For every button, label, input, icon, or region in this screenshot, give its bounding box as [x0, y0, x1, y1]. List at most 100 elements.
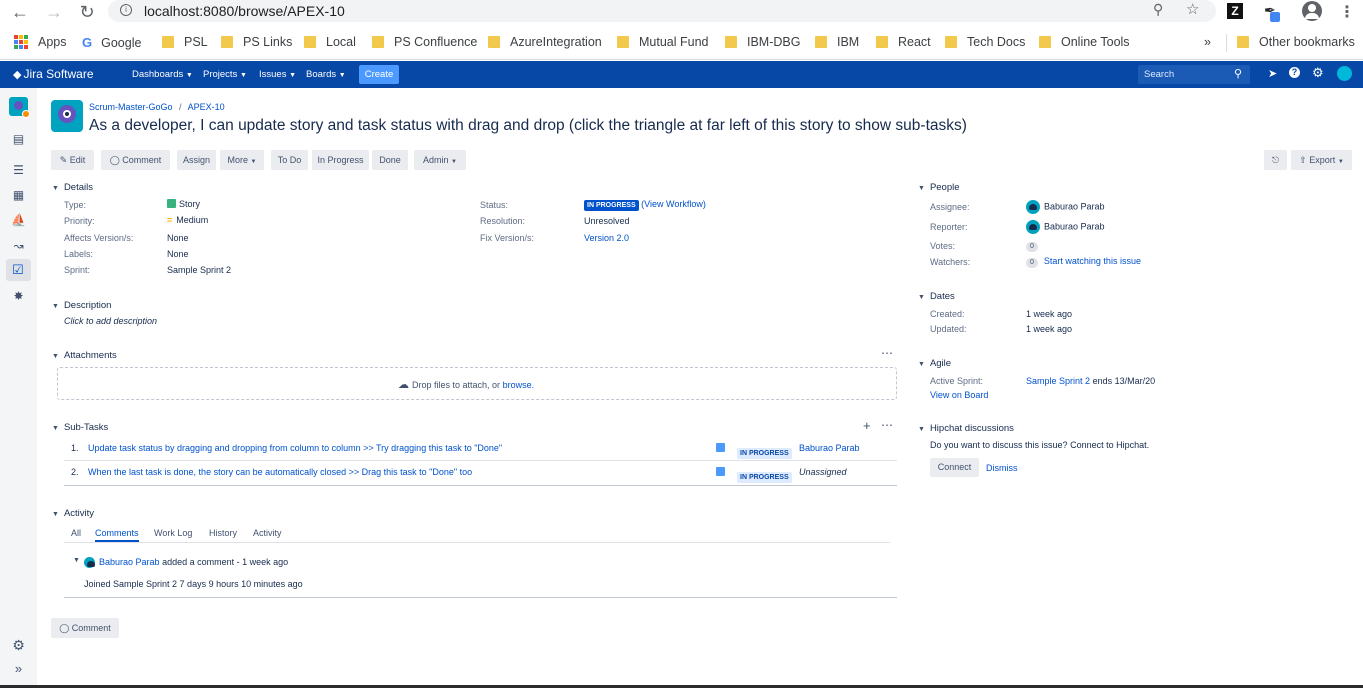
subtasks-heading[interactable]: ▼ Sub-Tasks — [52, 422, 108, 433]
issues-nav-active[interactable]: ☑ — [6, 259, 31, 281]
tab-work-log[interactable]: Work Log — [154, 528, 192, 538]
nav-boards[interactable]: Boards ▼ — [306, 69, 346, 80]
info-icon[interactable]: i — [120, 4, 132, 16]
in-progress-button[interactable]: In Progress — [312, 150, 369, 170]
tab-comments[interactable]: Comments — [95, 528, 139, 542]
assign-button[interactable]: Assign — [177, 150, 216, 170]
bookmark-ibm[interactable]: IBM — [815, 35, 859, 49]
subtask-row[interactable]: 2. When the last task is done, the story… — [64, 461, 897, 486]
reporter-value[interactable]: Baburao Parab — [1026, 220, 1105, 234]
bookmark-other[interactable]: Other bookmarks — [1237, 35, 1355, 49]
tab-activity[interactable]: Activity — [253, 528, 282, 538]
active-sprints-icon[interactable]: ☰ — [11, 163, 26, 177]
browser-menu-icon[interactable]: ⋮ — [1339, 2, 1355, 22]
expand-sidebar-icon[interactable]: » — [11, 662, 26, 676]
subtask-row[interactable]: 1. Update task status by dragging and dr… — [64, 437, 897, 461]
done-button[interactable]: Done — [372, 150, 408, 170]
share-button[interactable]: ⎋ — [1264, 150, 1287, 170]
details-heading[interactable]: ▼ Details — [52, 182, 93, 193]
view-workflow-link[interactable]: (View Workflow) — [641, 199, 706, 209]
comment-author-link[interactable]: Baburao Parab — [99, 557, 160, 567]
bookmark-apps[interactable]: Apps — [14, 35, 67, 49]
hipchat-dismiss-link[interactable]: Dismiss — [986, 463, 1018, 473]
star-icon[interactable]: ☆ — [1186, 0, 1199, 18]
settings-gear-icon[interactable]: ⚙ — [1312, 65, 1324, 81]
start-watching-link[interactable]: Start watching this issue — [1044, 256, 1141, 266]
attachments-heading[interactable]: ▼ Attachments — [52, 350, 117, 361]
todo-button[interactable]: To Do — [271, 150, 308, 170]
description-heading[interactable]: ▼ Description — [52, 300, 111, 311]
description-placeholder[interactable]: Click to add description — [64, 316, 157, 326]
components-puzzle-icon[interactable]: ✸ — [11, 289, 26, 303]
subtask-summary-link[interactable]: Update task status by dragging and dropp… — [88, 443, 502, 453]
subtask-assignee-link[interactable]: Baburao Parab — [799, 443, 860, 453]
profile-avatar-icon[interactable] — [1302, 1, 1322, 21]
back-arrow-icon[interactable]: ← — [8, 2, 32, 22]
agile-heading[interactable]: ▼ Agile — [918, 358, 951, 369]
bookmark-psl[interactable]: PSL — [162, 35, 208, 49]
tab-all[interactable]: All — [71, 528, 81, 538]
more-button[interactable]: More ▼ — [220, 150, 264, 170]
edit-button[interactable]: ✎ Edit — [51, 150, 94, 170]
extension-pen-icon[interactable]: ✒ — [1262, 2, 1282, 22]
bookmark-google[interactable]: G Google — [82, 35, 141, 50]
labels-value[interactable]: None — [167, 249, 189, 259]
project-settings-gear-icon[interactable]: ⚙ — [11, 638, 26, 652]
sprint-value[interactable]: Sample Sprint 2 — [167, 265, 231, 275]
reports-icon[interactable]: ↝ — [11, 239, 26, 253]
fix-version-value[interactable]: Version 2.0 — [584, 233, 629, 243]
attachments-more-icon[interactable]: ⋯ — [881, 346, 893, 360]
bookmark-local[interactable]: Local — [304, 35, 356, 49]
bookmark-ibm-dbg[interactable]: IBM-DBG — [725, 35, 800, 49]
extension-z-icon[interactable]: Z — [1227, 3, 1243, 19]
zoom-icon[interactable]: ⚲ — [1153, 1, 1163, 18]
bookmark-ps-links[interactable]: PS Links — [221, 35, 292, 49]
attachment-dropzone[interactable]: ☁ Drop files to attach, or browse. — [57, 367, 897, 400]
breadcrumb-issue-key[interactable]: APEX-10 — [188, 102, 225, 112]
add-comment-button[interactable]: ◯ Comment — [51, 618, 119, 638]
jira-logo[interactable]: ◆ Jira Software — [13, 67, 94, 81]
nav-projects[interactable]: Projects ▼ — [203, 69, 247, 80]
bookmark-tech-docs[interactable]: Tech Docs — [945, 35, 1025, 49]
bookmark-react[interactable]: React — [876, 35, 931, 49]
browse-link[interactable]: browse. — [503, 380, 535, 390]
dates-heading[interactable]: ▼ Dates — [918, 291, 955, 302]
add-subtask-plus-icon[interactable]: + — [863, 418, 871, 433]
help-icon[interactable]: ? — [1289, 67, 1300, 78]
forward-arrow-icon[interactable]: → — [42, 2, 66, 22]
user-avatar[interactable] — [1337, 66, 1352, 81]
comment-button[interactable]: ◯ Comment — [101, 150, 170, 170]
nav-issues[interactable]: Issues ▼ — [259, 69, 296, 80]
admin-button[interactable]: Admin ▼ — [414, 150, 466, 170]
backlog-icon[interactable]: ▤ — [11, 132, 26, 146]
votes-value[interactable]: 0 — [1026, 240, 1044, 252]
nav-dashboards[interactable]: Dashboards ▼ — [132, 69, 193, 80]
breadcrumb-project[interactable]: Scrum-Master-GoGo — [89, 102, 173, 112]
bookmark-online-tools[interactable]: Online Tools — [1039, 35, 1130, 49]
board-icon[interactable]: ▦ — [11, 188, 26, 202]
bookmark-mutual-fund[interactable]: Mutual Fund — [617, 35, 708, 49]
collapse-comment-icon[interactable]: ▼ — [73, 557, 80, 564]
people-heading[interactable]: ▼ People — [918, 182, 960, 193]
bookmark-azureintegration[interactable]: AzureIntegration — [488, 35, 602, 49]
bookmark-ps-confluence[interactable]: PS Confluence — [372, 35, 477, 49]
activity-heading[interactable]: ▼ Activity — [52, 508, 94, 519]
tab-history[interactable]: History — [209, 528, 237, 538]
subtasks-more-icon[interactable]: ⋯ — [881, 418, 893, 432]
active-sprint-link[interactable]: Sample Sprint 2 — [1026, 376, 1090, 386]
affects-version-value[interactable]: None — [167, 233, 189, 243]
create-button[interactable]: Create — [359, 65, 399, 84]
hipchat-connect-button[interactable]: Connect — [930, 458, 979, 477]
project-avatar[interactable] — [9, 97, 30, 118]
subtask-summary-link[interactable]: When the last task is done, the story ca… — [88, 467, 472, 477]
hipchat-heading[interactable]: ▼ Hipchat discussions — [918, 423, 1014, 434]
notifications-megaphone-icon[interactable]: ➤ — [1268, 67, 1277, 80]
issue-title[interactable]: As a developer, I can update story and t… — [89, 117, 967, 135]
export-button[interactable]: ⇧ Export ▼ — [1291, 150, 1352, 170]
bookmarks-overflow[interactable]: » — [1204, 35, 1211, 49]
subtask-assignee-unassigned[interactable]: Unassigned — [799, 467, 847, 477]
reload-icon[interactable]: ↻ — [75, 2, 99, 22]
view-on-board-link[interactable]: View on Board — [930, 390, 988, 400]
assignee-value[interactable]: Baburao Parab — [1026, 200, 1105, 214]
project-avatar-large[interactable] — [51, 100, 83, 132]
